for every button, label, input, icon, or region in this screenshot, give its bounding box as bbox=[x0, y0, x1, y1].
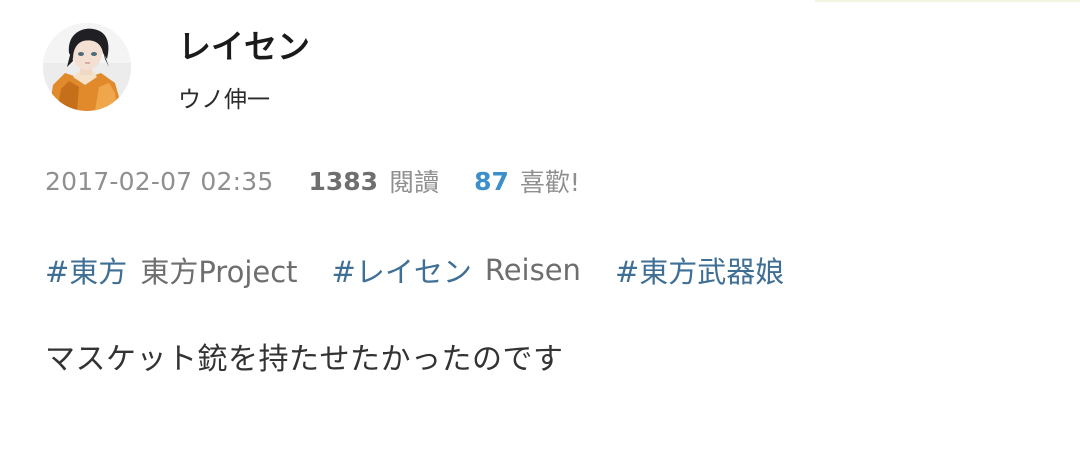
views-label: 閱讀 bbox=[389, 168, 440, 197]
likes-count: 87 bbox=[474, 166, 509, 196]
tag-item[interactable]: #東方 東方Project bbox=[45, 249, 298, 291]
views-count: 1383 bbox=[308, 166, 379, 196]
tag-item[interactable]: #レイセン Reisen bbox=[332, 249, 581, 291]
author-avatar[interactable] bbox=[43, 23, 131, 111]
top-accent-bar bbox=[815, 0, 1080, 2]
tag-name: #東方 bbox=[45, 255, 128, 289]
post-date: 2017-02-07 02:35 bbox=[45, 166, 274, 196]
tag-translation: 東方Project bbox=[140, 255, 298, 289]
tag-list: #東方 東方Project #レイセン Reisen #東方武器娘 bbox=[45, 248, 818, 292]
tag-name: #レイセン bbox=[331, 255, 472, 289]
post-description: マスケット銃を持たせたかったのです bbox=[45, 342, 564, 377]
avatar-illustration bbox=[43, 23, 131, 111]
post-meta: 2017-02-07 02:35 1383 閱讀 87 喜歡! bbox=[45, 164, 580, 198]
author-name[interactable]: ウノ伸一 bbox=[178, 84, 270, 116]
post-detail-page: レイセン ウノ伸一 2017-02-07 02:35 1383 閱讀 87 喜歡… bbox=[0, 0, 1080, 463]
likes-label: 喜歡! bbox=[519, 168, 580, 197]
tag-translation: Reisen bbox=[484, 253, 581, 287]
post-title: レイセン bbox=[178, 27, 310, 66]
tag-item[interactable]: #東方武器娘 bbox=[615, 249, 784, 291]
tag-name: #東方武器娘 bbox=[614, 255, 785, 289]
